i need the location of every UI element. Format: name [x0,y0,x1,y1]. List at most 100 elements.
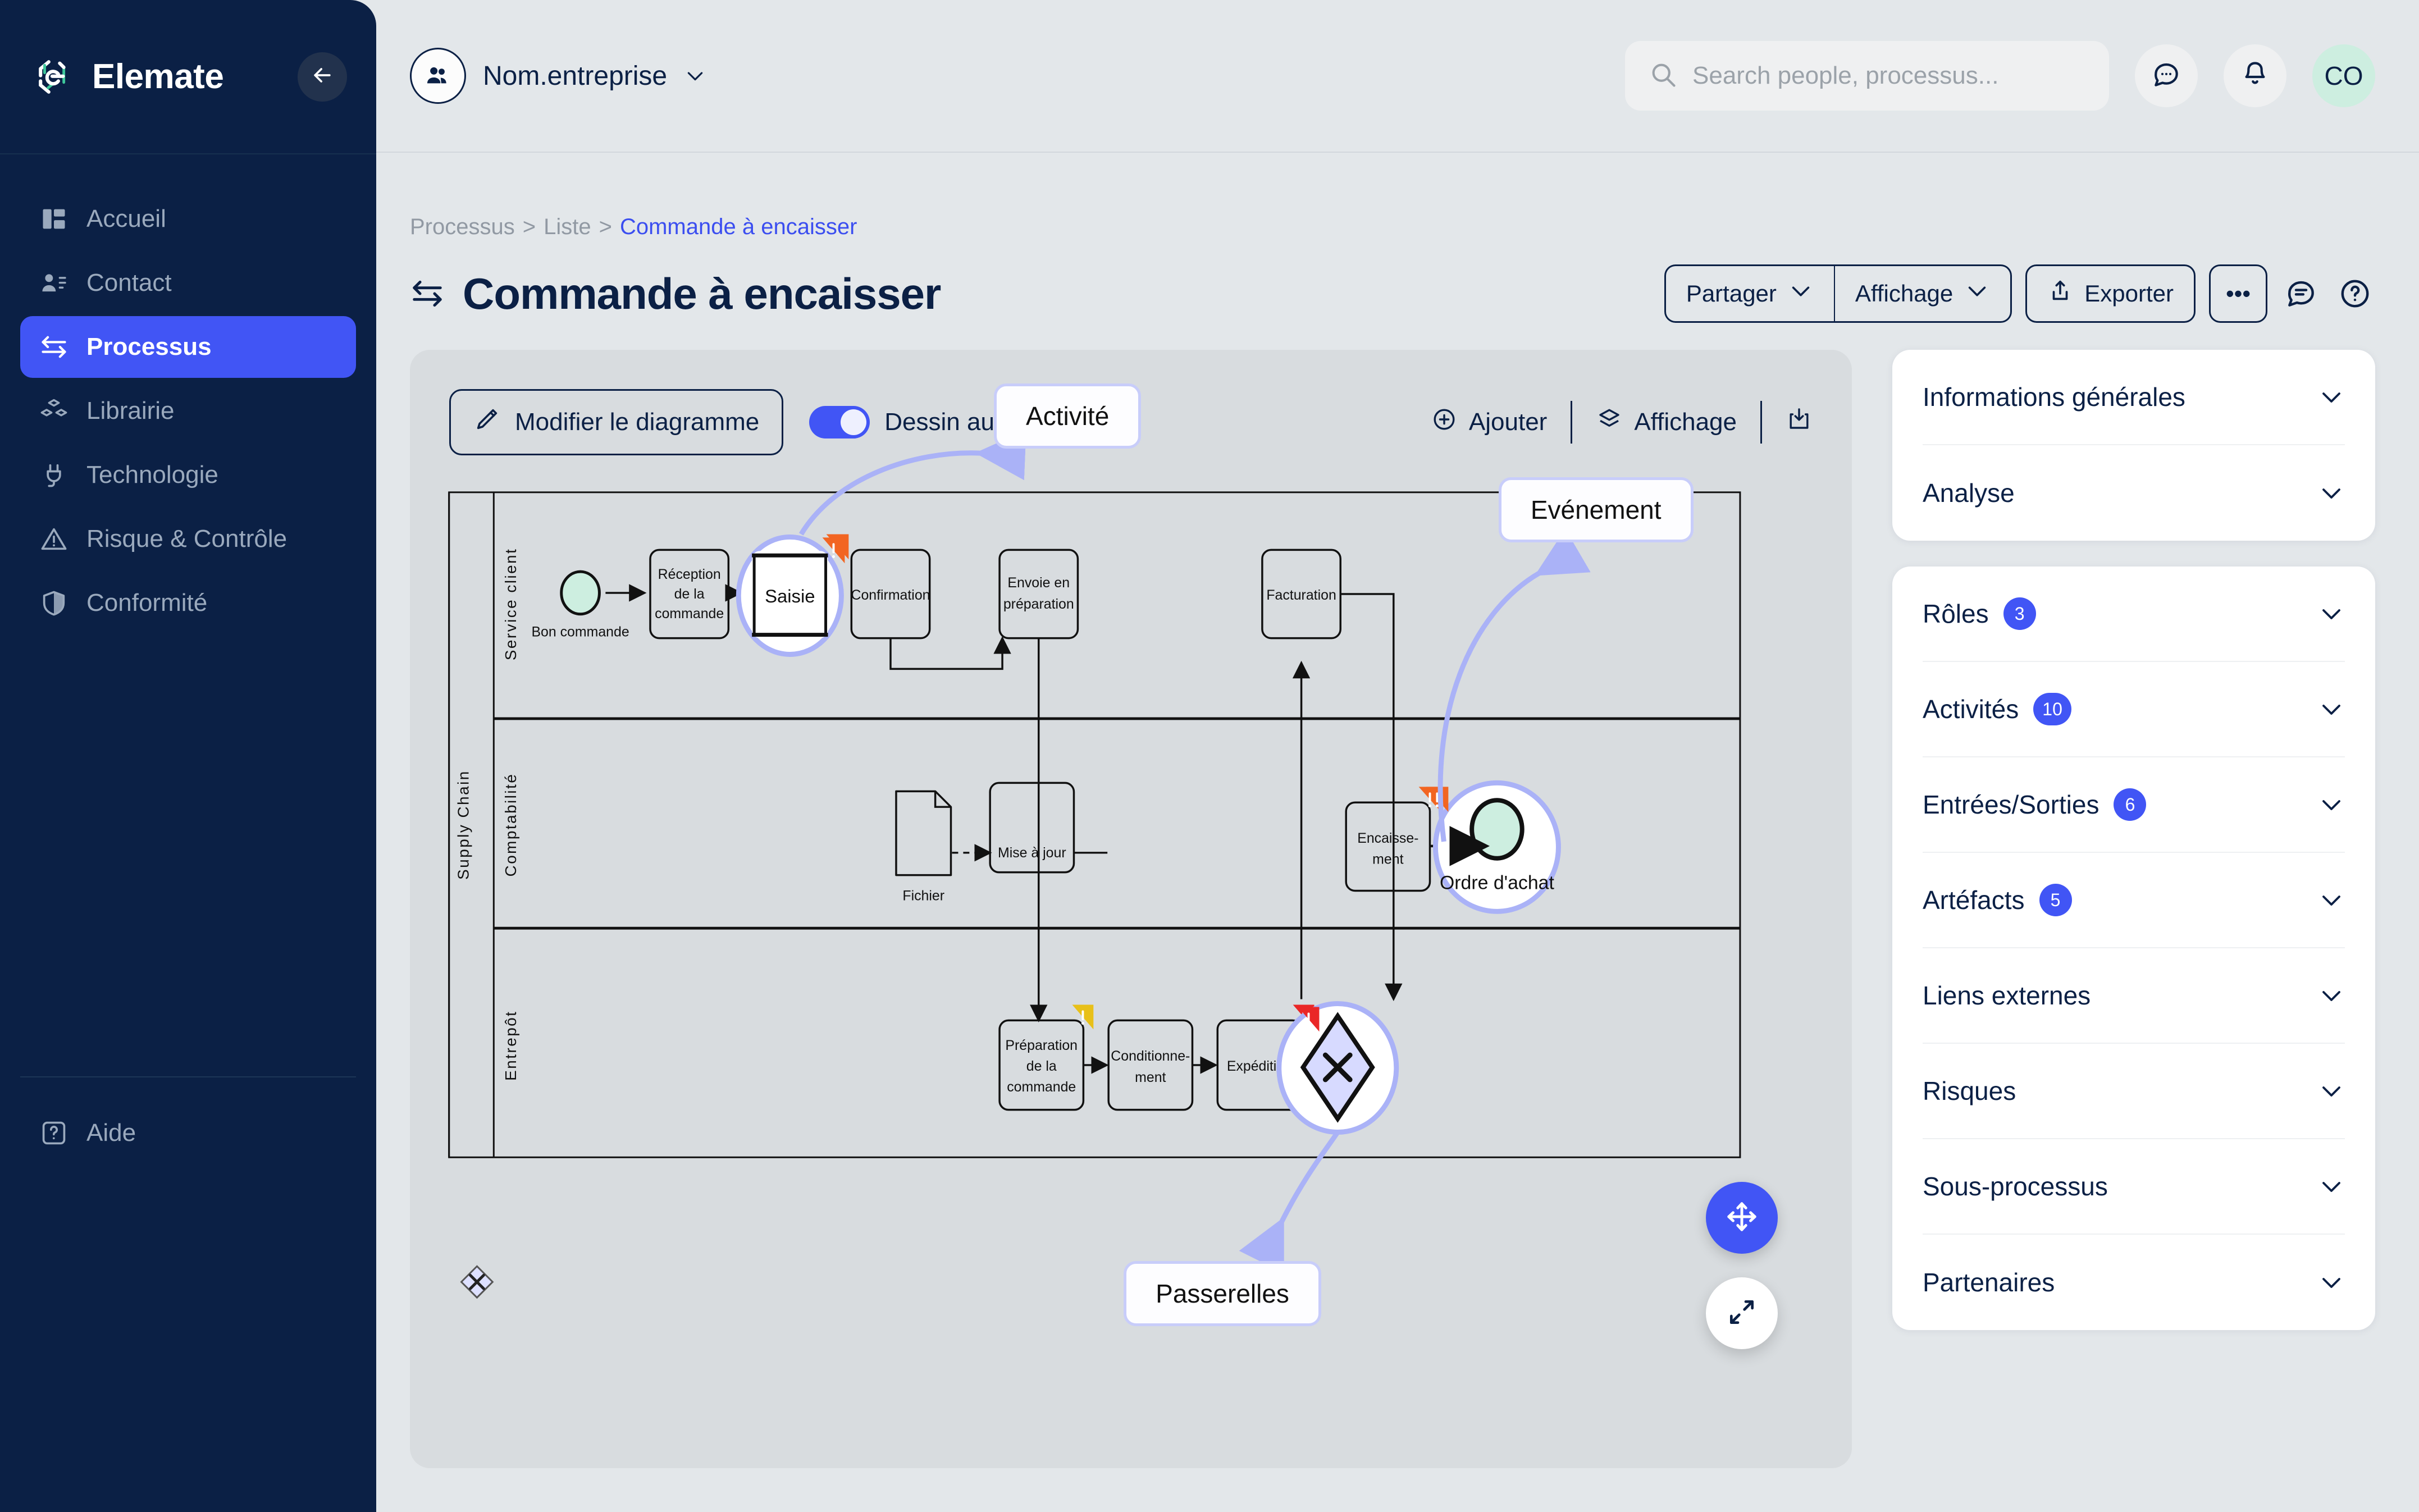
sidebar-item-label: Processus [86,333,212,360]
svg-text:Comptabilité: Comptabilité [502,773,519,877]
panel-section-partenaires[interactable]: Partenaires [1923,1235,2345,1330]
dashboard-icon [39,204,69,234]
canvas-toolbar-right: Ajouter Affichage [1407,401,1813,444]
panel-section-label: Risques [1923,1076,2016,1106]
chevron-down-icon [684,65,706,87]
page-title: Commande à encaisser [463,268,941,318]
svg-text:de la: de la [1026,1058,1057,1074]
sidebar-item-risque-controle[interactable]: Risque & Contrôle [20,508,356,570]
chat-button[interactable] [2135,44,2198,107]
chevron-down-icon [1788,278,1814,309]
sidebar-item-label: Aide [86,1119,136,1146]
sidebar-item-aide[interactable]: Aide [20,1102,356,1164]
user-avatar[interactable]: CO [2312,44,2375,107]
panel-section-liens-externes[interactable]: Liens externes [1923,948,2345,1044]
svg-text:Conditionne-: Conditionne- [1111,1048,1190,1064]
svg-text:ment: ment [1135,1070,1166,1085]
sidebar-collapse-button[interactable] [298,52,347,102]
edit-diagram-button[interactable]: Modifier le diagramme [449,389,784,455]
panel-section-sous-processus[interactable]: Sous-processus [1923,1139,2345,1235]
move-arrows-icon [1724,1199,1759,1237]
breadcrumb-item-processus[interactable]: Processus [410,214,515,240]
panel-section-label: Artéfacts [1923,885,2025,915]
panel-section-analyse[interactable]: Analyse [1923,445,2345,541]
sidebar-item-conformite[interactable]: Conformité [20,572,356,634]
panel-section-label: Analyse [1923,478,2015,508]
callout-passerelles[interactable]: Passerelles [1124,1261,1321,1327]
share-display-group: Partager Affichage [1664,264,2012,323]
breadcrumb-item-current[interactable]: Commande à encaisser [620,214,857,240]
download-button[interactable] [1762,406,1813,439]
search-placeholder: Search people, processus... [1692,62,1999,89]
plus-circle-icon [1431,406,1458,439]
panel-section-risques[interactable]: Risques [1923,1044,2345,1139]
elemate-logo-icon [34,55,77,99]
people-icon [410,48,466,104]
canvas-display-button[interactable]: Affichage [1572,406,1760,439]
add-button[interactable]: Ajouter [1407,406,1571,439]
question-circle-icon[interactable] [2335,273,2375,314]
svg-text:commande: commande [655,606,724,622]
topbar-right: Search people, processus... CO [1625,41,2375,111]
more-options-button[interactable]: ••• [2209,264,2267,323]
workspace: Modifier le diagramme Dessin auto. Ajout… [410,350,2375,1512]
svg-text:Confirmation: Confirmation [851,587,930,603]
sidebar-item-contact[interactable]: Contact [20,252,356,314]
display-button[interactable]: Affichage [1834,264,2012,323]
topbar: Nom.entreprise Search people, processus.… [376,0,2419,153]
svg-text:Facturation: Facturation [1266,587,1336,603]
canvas-display-label: Affichage [1634,408,1737,436]
chevron-down-icon [2318,791,2345,818]
svg-text:commande: commande [1007,1079,1076,1095]
panel-section-entrees-sorties[interactable]: Entrées/Sorties 6 [1923,757,2345,853]
sidebar-item-label: Accueil [86,205,166,232]
callout-activite[interactable]: Activité [994,383,1142,449]
toggle-switch[interactable] [809,406,870,438]
svg-text:préparation: préparation [1003,596,1074,612]
panel-section-label: Rôles [1923,599,1989,628]
panel-section-artefacts[interactable]: Artéfacts 5 [1923,853,2345,948]
svg-text:Fichier: Fichier [902,888,944,903]
status-badge: 10 [2033,693,2071,725]
sidebar-item-label: Risque & Contrôle [86,525,287,552]
sidebar-item-label: Technologie [86,461,218,488]
callout-evenement[interactable]: Evénement [1498,477,1694,543]
notifications-button[interactable] [2224,44,2286,107]
sidebar-nav: Accueil Contact Processus Librairie Tech… [0,154,376,634]
brand-name: Elemate [92,57,224,96]
export-button[interactable]: Exporter [2025,264,2196,323]
sidebar-item-label: Conformité [86,589,208,616]
brand[interactable]: Elemate [34,55,298,99]
share-button[interactable]: Partager [1664,264,1834,323]
svg-text:Préparation: Préparation [1005,1038,1078,1053]
chevron-down-icon [2318,696,2345,723]
sidebar-item-label: Librairie [86,397,175,424]
svg-text:Envoie en: Envoie en [1007,575,1070,591]
panel-section-informations-generales[interactable]: Informations générales [1923,350,2345,445]
expand-fullscreen-button[interactable] [1706,1277,1778,1349]
comment-icon[interactable] [2281,273,2321,314]
sidebar-item-accueil[interactable]: Accueil [20,188,356,250]
sidebar-item-librairie[interactable]: Librairie [20,380,356,442]
chevron-down-icon [2318,600,2345,627]
breadcrumb-item-liste[interactable]: Liste [544,214,591,240]
auto-draw-toggle[interactable]: Dessin auto. [809,406,1022,438]
panel-section-activites[interactable]: Activités 10 [1923,662,2345,757]
panel-card-elements: Rôles 3 Activités 10 Entrées/Sorties 6 A… [1892,567,2375,1330]
help-box-icon [39,1118,69,1148]
svg-text:Réception: Réception [658,567,721,582]
svg-text:Saisie: Saisie [765,586,815,606]
chevron-down-icon [2318,383,2345,410]
panel-section-roles[interactable]: Rôles 3 [1923,567,2345,662]
org-switcher[interactable]: Nom.entreprise [410,48,706,104]
upload-icon [2047,278,2073,309]
chevron-down-icon [2318,887,2345,913]
svg-text:de la: de la [674,586,705,602]
diagram-canvas[interactable]: Modifier le diagramme Dessin auto. Ajout… [410,350,1852,1468]
pan-move-button[interactable] [1706,1182,1778,1254]
sidebar-item-processus[interactable]: Processus [20,316,356,378]
sidebar-item-technologie[interactable]: Technologie [20,444,356,506]
panel-card-general: Informations générales Analyse [1892,350,2375,541]
search-input[interactable]: Search people, processus... [1625,41,2109,111]
chevron-down-icon [2318,1173,2345,1200]
